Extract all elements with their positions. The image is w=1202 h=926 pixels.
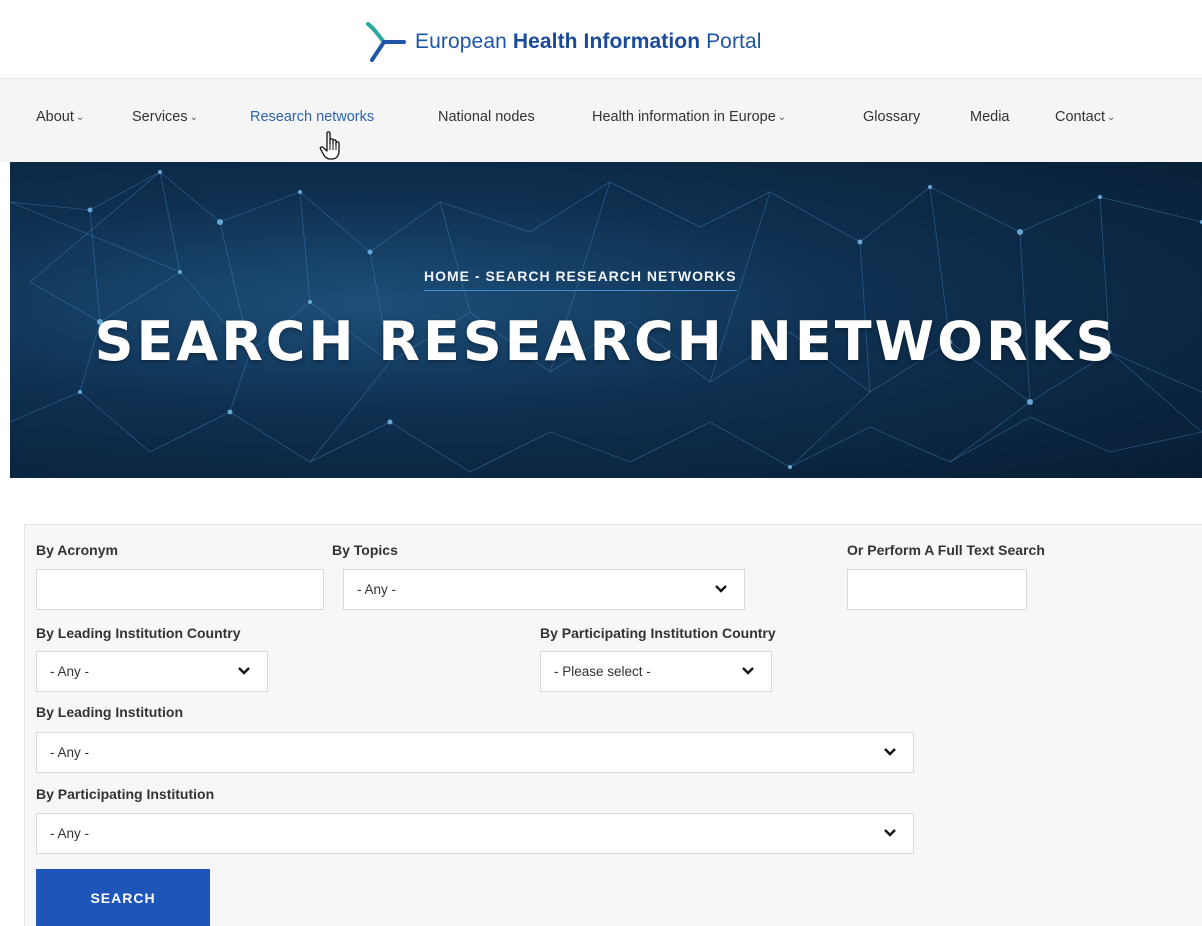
leading-institution-value: - Any -	[50, 745, 90, 760]
chevron-down-icon	[884, 748, 896, 756]
leading-institution-label: By Leading Institution	[36, 704, 183, 720]
main-nav: About ⌄ Services ⌄ Research networks Natio…	[0, 78, 1202, 162]
nav-item-glossary[interactable]: Glossary	[863, 109, 920, 125]
leading-institution-country-select[interactable]: - Any -	[36, 651, 268, 692]
chevron-down-icon	[715, 585, 727, 593]
nav-item-glossary-label: Glossary	[863, 109, 921, 125]
nav-item-research-networks[interactable]: Research networks	[250, 109, 374, 125]
portal-title-part1: European	[415, 30, 507, 53]
header: European Health Information Portal	[0, 0, 1202, 78]
nav-item-research-networks-label: Research networks	[250, 109, 375, 125]
participating-institution-country-label: By Participating Institution Country	[540, 625, 776, 641]
nav-item-contact[interactable]: Contact ⌄	[1055, 109, 1115, 125]
participating-institution-value: - Any -	[50, 826, 90, 841]
nav-item-services-label: Services	[132, 109, 188, 125]
page-title: SEARCH RESEARCH NETWORKS	[94, 310, 1118, 373]
participating-institution-select[interactable]: - Any -	[36, 813, 914, 854]
participating-institution-country-select[interactable]: - Please select -	[540, 651, 772, 692]
portal-logo-icon	[366, 22, 406, 62]
hero-banner: HOME - SEARCH RESEARCH NETWORKS SEARCH R…	[10, 162, 1202, 478]
nav-item-media[interactable]: Media	[970, 109, 1010, 125]
full-text-search-input[interactable]	[847, 569, 1027, 610]
full-text-search-label: Or Perform A Full Text Search	[847, 542, 1045, 558]
nav-item-national-nodes[interactable]: National nodes	[438, 109, 535, 125]
chevron-down-icon	[238, 667, 250, 675]
portal-title-part3: Portal	[706, 30, 762, 53]
topics-label: By Topics	[332, 542, 398, 558]
breadcrumb[interactable]: HOME - SEARCH RESEARCH NETWORKS	[424, 268, 737, 291]
topics-select-value: - Any -	[357, 582, 397, 597]
portal-title: European Health Information Portal	[415, 30, 762, 54]
nav-item-media-label: Media	[970, 109, 1010, 125]
acronym-label: By Acronym	[36, 542, 118, 558]
participating-institution-label: By Participating Institution	[36, 786, 215, 802]
chevron-down-icon: ⌄	[1106, 112, 1116, 123]
nav-item-contact-label: Contact	[1055, 109, 1105, 125]
leading-institution-country-label: By Leading Institution Country	[36, 625, 241, 641]
chevron-down-icon	[742, 667, 754, 675]
chevron-down-icon: ⌄	[75, 112, 85, 123]
portal-logo[interactable]: European Health Information Portal	[362, 20, 762, 64]
chevron-down-icon: ⌄	[777, 112, 787, 123]
search-button[interactable]: SEARCH	[36, 869, 210, 926]
portal-title-part2: Health Information	[512, 30, 701, 53]
acronym-input[interactable]	[36, 569, 324, 610]
hand-cursor-icon	[319, 131, 340, 160]
nav-item-about[interactable]: About ⌄	[36, 109, 84, 125]
nav-item-health-information-in-europe[interactable]: Health information in Europe ⌄	[592, 109, 786, 125]
leading-institution-select[interactable]: - Any -	[36, 732, 914, 773]
leading-institution-country-value: - Any -	[50, 664, 90, 679]
nav-item-about-label: About	[36, 109, 74, 125]
chevron-down-icon	[884, 829, 896, 837]
chevron-down-icon: ⌄	[189, 112, 198, 123]
nav-item-national-nodes-label: National nodes	[438, 109, 535, 125]
nav-item-health-information-label: Health information in Europe	[592, 109, 776, 125]
topics-select[interactable]: - Any -	[343, 569, 745, 610]
nav-item-services[interactable]: Services ⌄	[132, 109, 198, 125]
participating-institution-country-value: - Please select -	[554, 664, 651, 679]
